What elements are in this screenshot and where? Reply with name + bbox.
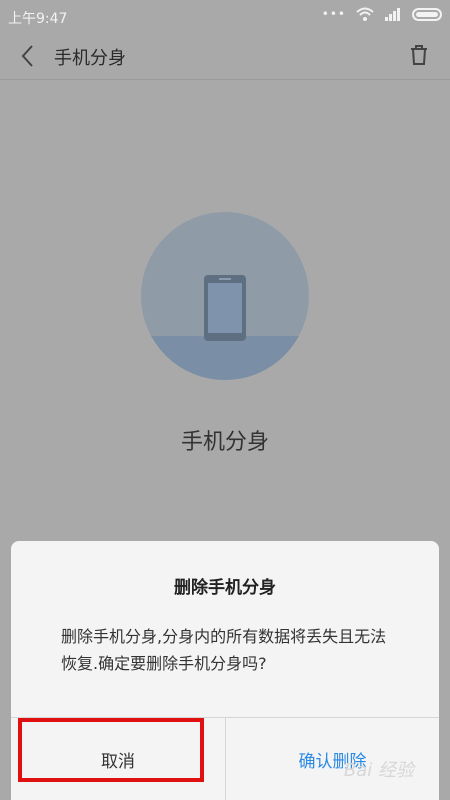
- watermark: Bai 经验: [343, 760, 414, 781]
- hero-floor: [141, 336, 309, 380]
- status-icons: •••: [322, 7, 442, 21]
- notification-dots: •••: [321, 7, 346, 21]
- highlight-box: [18, 718, 204, 782]
- signal-icon: [385, 8, 400, 21]
- hero-illustration: [141, 212, 309, 380]
- back-icon[interactable]: [16, 42, 40, 70]
- battery-icon: [412, 7, 442, 21]
- status-bar: 上午9:47 •••: [0, 0, 450, 34]
- wifi-icon: [356, 7, 374, 21]
- phone-icon: [204, 275, 246, 341]
- trash-icon[interactable]: [408, 44, 430, 66]
- app-header: 手机分身: [0, 34, 450, 80]
- status-time: 上午9:47: [8, 11, 68, 27]
- page-title: 手机分身: [54, 48, 126, 69]
- dialog-message: 删除手机分身,分身内的所有数据将丢失且无法恢复.确定要删除手机分身吗?: [61, 627, 387, 673]
- hero-title: 手机分身: [180, 430, 269, 455]
- dialog-title: 删除手机分身: [174, 578, 276, 598]
